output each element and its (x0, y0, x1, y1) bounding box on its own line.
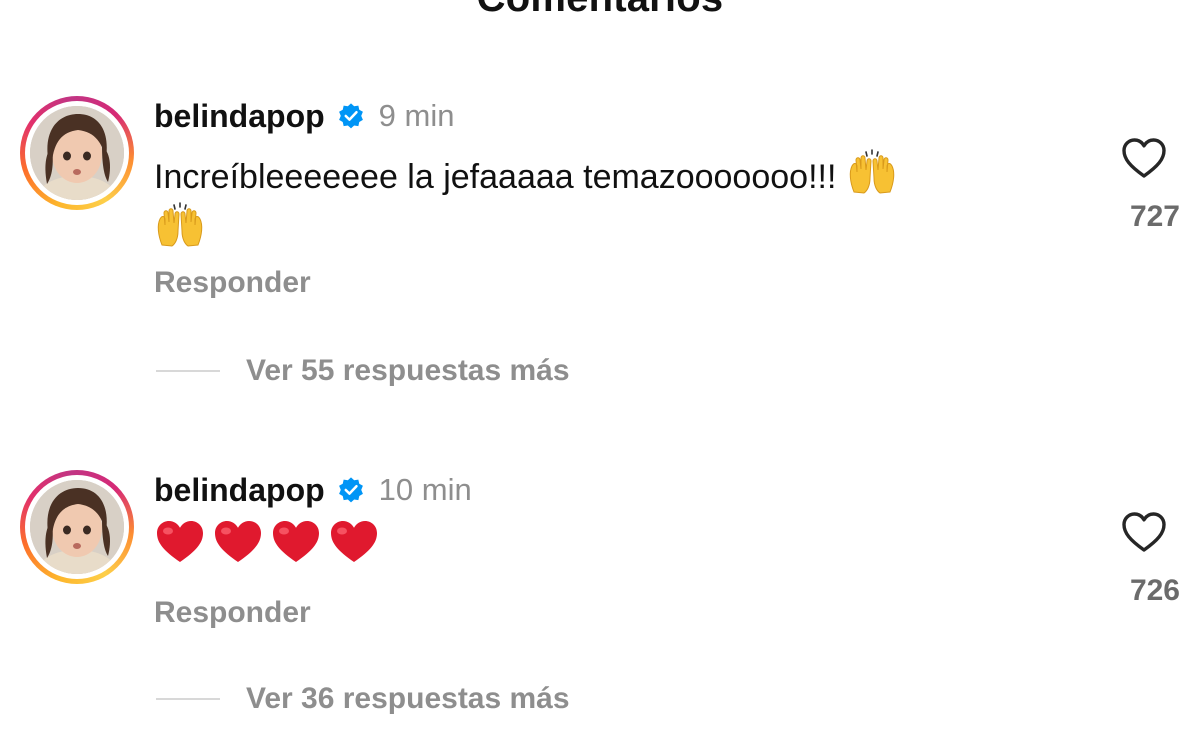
view-replies-button[interactable]: Ver 55 respuestas más (156, 354, 570, 388)
like-count: 726 (1129, 574, 1180, 607)
verified-badge-icon (338, 477, 363, 503)
username[interactable]: belindapop (154, 472, 325, 509)
heart-emoji-row (154, 518, 1054, 564)
reply-button[interactable]: Responder (154, 266, 311, 300)
avatar-story-ring[interactable] (20, 470, 134, 584)
red-heart-icon (331, 521, 377, 562)
comments-sheet: Comentarios belindapop (0, 0, 1200, 747)
raising-hands-icon (157, 202, 203, 247)
comment-meta: belindapop 9 min (154, 96, 454, 136)
comment-text: Increíbleeeeeee la jefaaaaa temazooooooo… (154, 148, 1054, 254)
avatar (30, 106, 124, 200)
username[interactable]: belindapop (154, 98, 325, 135)
comment-time: 10 min (378, 472, 472, 507)
avatar-story-ring[interactable] (20, 96, 134, 210)
comment-time: 9 min (378, 98, 455, 133)
replies-divider (156, 370, 220, 372)
heart-outline-icon[interactable] (1120, 510, 1168, 554)
red-heart-icon (157, 521, 203, 562)
comment-text (154, 518, 1054, 564)
reply-button[interactable]: Responder (154, 596, 311, 630)
comment-body: Increíbleeeeeee la jefaaaaa temazooooooo… (154, 158, 837, 196)
avatar-child-portrait (30, 480, 124, 574)
view-replies-button[interactable]: Ver 36 respuestas más (156, 682, 570, 716)
like-control: 727 (1104, 136, 1184, 234)
avatar-child-portrait (30, 106, 124, 200)
heart-outline-icon[interactable] (1120, 136, 1168, 180)
sheet-title: Comentarios (0, 0, 1200, 21)
red-heart-icon (215, 521, 261, 562)
view-replies-label: Ver 55 respuestas más (246, 354, 570, 387)
raising-hands-icon (849, 149, 895, 194)
like-count: 727 (1129, 200, 1180, 233)
red-heart-icon (273, 521, 319, 562)
view-replies-label: Ver 36 respuestas más (246, 682, 570, 715)
verified-badge-icon (338, 103, 363, 129)
avatar (30, 480, 124, 574)
like-control: 726 (1104, 510, 1184, 608)
replies-divider (156, 698, 220, 700)
comment-meta: belindapop 10 min (154, 470, 472, 510)
